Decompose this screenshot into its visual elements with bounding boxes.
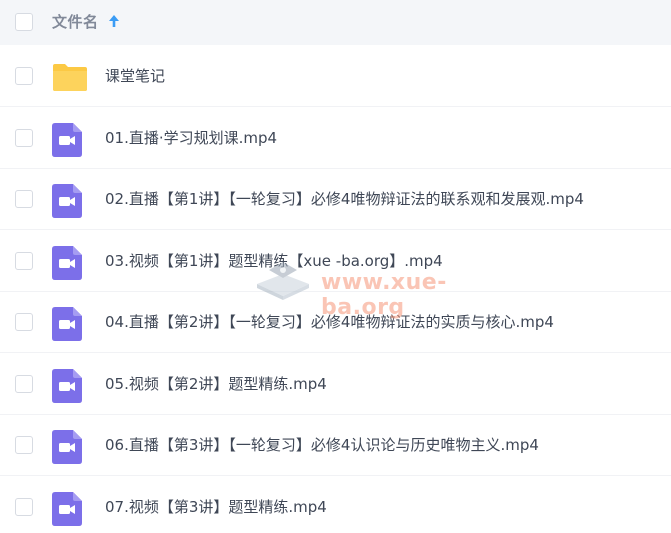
sort-ascending-icon[interactable] — [108, 13, 120, 29]
file-row[interactable]: 05.视频【第2讲】题型精练.mp4 — [0, 353, 671, 415]
video-icon — [52, 430, 84, 464]
row-checkbox[interactable] — [15, 190, 33, 208]
file-name[interactable]: 02.直播【第1讲】【一轮复习】必修4唯物辩证法的联系观和发展观.mp4 — [105, 188, 584, 209]
video-icon — [52, 491, 84, 526]
video-icon — [52, 307, 84, 341]
file-name[interactable]: 03.视频【第1讲】题型精练【xue -ba.org】.mp4 — [105, 250, 443, 271]
row-checkbox[interactable] — [15, 251, 33, 270]
row-checkbox[interactable] — [15, 436, 33, 454]
file-name[interactable]: 课堂笔记 — [105, 65, 165, 86]
folder-icon — [52, 61, 87, 93]
row-checkbox[interactable] — [15, 313, 33, 331]
file-row[interactable]: 02.直播【第1讲】【一轮复习】必修4唯物辩证法的联系观和发展观.mp4 — [0, 169, 671, 230]
select-all-checkbox[interactable] — [15, 13, 33, 31]
file-row[interactable]: 04.直播【第2讲】【一轮复习】必修4唯物辩证法的实质与核心.mp4 — [0, 292, 671, 353]
row-checkbox[interactable] — [15, 374, 33, 393]
file-row[interactable]: 03.视频【第1讲】题型精练【xue -ba.org】.mp4 — [0, 230, 671, 292]
file-row[interactable]: 06.直播【第3讲】【一轮复习】必修4认识论与历史唯物主义.mp4 — [0, 415, 671, 476]
video-icon — [52, 245, 84, 280]
video-icon — [52, 184, 84, 218]
file-name[interactable]: 07.视频【第3讲】题型精练.mp4 — [105, 496, 327, 517]
file-row[interactable]: 课堂笔记 — [0, 46, 671, 107]
row-checkbox[interactable] — [15, 128, 33, 147]
file-name[interactable]: 05.视频【第2讲】题型精练.mp4 — [105, 373, 327, 394]
row-checkbox[interactable] — [15, 67, 33, 85]
row-checkbox[interactable] — [15, 497, 33, 516]
file-list-header: 文件名 — [0, 0, 671, 45]
file-name[interactable]: 01.直播·学习规划课.mp4 — [105, 127, 277, 148]
file-row[interactable]: 01.直播·学习规划课.mp4 — [0, 107, 671, 169]
column-header-filename[interactable]: 文件名 — [52, 11, 99, 32]
file-name[interactable]: 04.直播【第2讲】【一轮复习】必修4唯物辩证法的实质与核心.mp4 — [105, 311, 554, 332]
file-name[interactable]: 06.直播【第3讲】【一轮复习】必修4认识论与历史唯物主义.mp4 — [105, 434, 539, 455]
file-row[interactable]: 07.视频【第3讲】题型精练.mp4 — [0, 476, 671, 533]
video-icon — [52, 368, 84, 403]
video-icon — [52, 122, 84, 157]
